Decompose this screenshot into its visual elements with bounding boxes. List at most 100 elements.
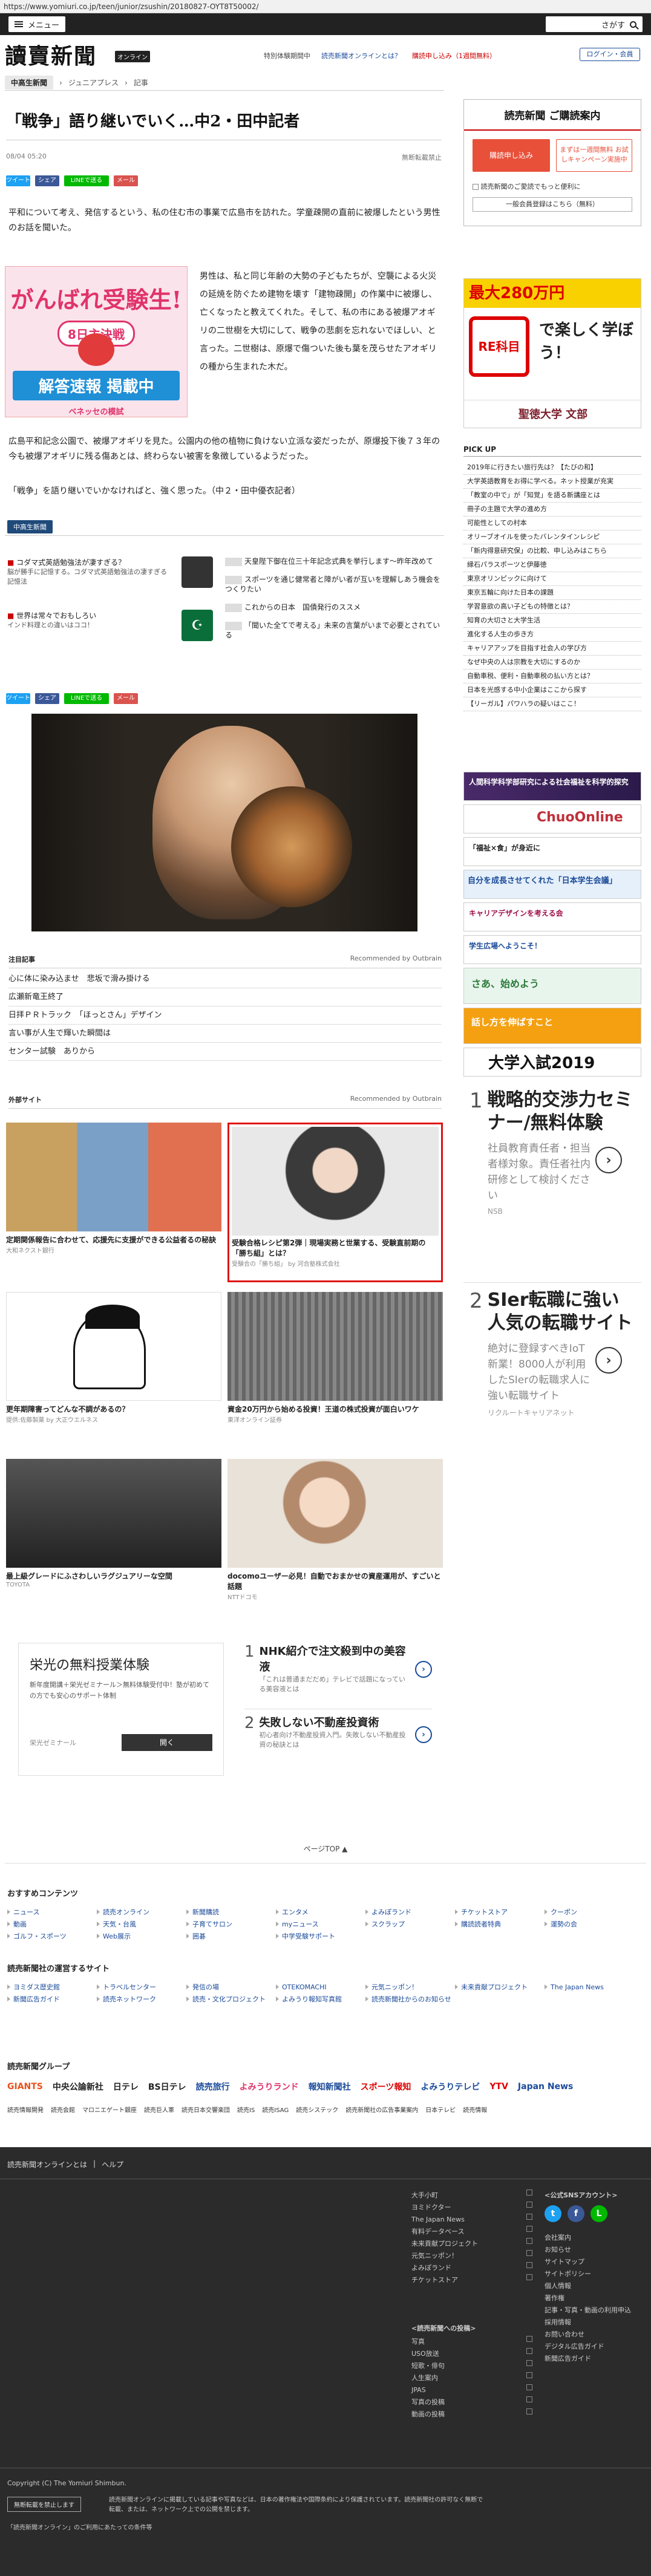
footer-link[interactable]: デジタル広告ガイド [545, 2341, 647, 2353]
footer-link[interactable]: The Japan News [411, 2214, 532, 2226]
pickup-item[interactable]: 冊子の主題で大学の進め方 [463, 503, 641, 517]
related-left-item-2[interactable]: ■ 世界は常々でおもしろい インド料理との違いはココ！ [7, 611, 171, 630]
address-bar[interactable]: https://www.yomiuri.co.jp/teen/junior/zs… [0, 0, 651, 13]
footer-link[interactable]: 元気ニッポン！ [365, 1981, 455, 1994]
footer-link[interactable]: 写真の投稿 [411, 2396, 532, 2408]
external-card-6[interactable]: docomoユーザー必見！自動でおまかせの資産運用が、すごいと話題 NTTドコモ [227, 1459, 443, 1601]
ad-eikou[interactable]: 栄光の無料授業体験 新年度開講＋栄光ゼミナール＞無料体験受付中！塾が初めての方で… [18, 1643, 224, 1776]
subscribe-button[interactable]: 購読申し込み [473, 139, 550, 172]
breadcrumb-item[interactable]: ジュニアプレス [68, 77, 119, 88]
group-logo[interactable]: YTV [489, 2082, 508, 2092]
mail-share-button[interactable]: メール [114, 175, 138, 186]
search-button[interactable]: さがす [546, 16, 643, 32]
footer-link[interactable]: よみうり報知写真館 [276, 1994, 365, 2006]
group-link[interactable]: 読売システック [296, 2105, 338, 2114]
pickup-item[interactable]: 東京五輪に向けた日本の課題 [463, 586, 641, 600]
footer-link[interactable]: 読売新聞社からのお知らせ [365, 1994, 455, 2006]
pickup-item[interactable]: 知育の大切さと大学生活 [463, 614, 641, 628]
group-logo[interactable]: 日テレ [113, 2081, 139, 2093]
footer-link[interactable]: 読売オンライン [97, 1906, 186, 1919]
footer-link[interactable]: 未来貢献プロジェクト [411, 2238, 532, 2250]
footer-link[interactable]: 新聞広告ガイド [7, 1994, 97, 2006]
ad-seitoku[interactable]: 最大280万円 RE科目 で楽しく学ぼう！ 聖徳大学 文部 [463, 278, 641, 428]
footer-link[interactable]: ゴルフ・スポーツ [7, 1931, 97, 1943]
footer-link[interactable]: サイトマップ [545, 2256, 647, 2268]
footer-link[interactable]: 囲碁 [186, 1931, 276, 1943]
page-top-link[interactable]: ページTOP ▲ [0, 1844, 651, 1854]
uni-banner[interactable]: さあ、始めよう [463, 968, 641, 1004]
pickup-item[interactable]: 【リーガル】パワハラの疑いはここ！ [463, 697, 641, 711]
ad-open-button[interactable]: 開く [122, 1734, 212, 1751]
nav-tag-junior[interactable]: 中高生新聞 [5, 76, 54, 90]
footer-link[interactable]: チケットストア [455, 1906, 545, 1919]
ad-benesse[interactable]: がんばれ受験生! 8日主決戦 解答速報 掲載中 ベネッセの模試 [5, 266, 188, 417]
footer-link[interactable]: 写真 [411, 2336, 532, 2348]
uni-banner[interactable]: ChuoOnline [463, 804, 641, 833]
line-icon[interactable]: L [590, 2205, 607, 2222]
pickup-item[interactable]: 進化する人生の歩き方 [463, 628, 641, 642]
register-link[interactable]: 一般会員登録はこちら（無料） [473, 197, 632, 212]
popular-item[interactable]: 心に体に染み込ませ 悲坂で滑み掛ける [8, 970, 442, 988]
footer-link[interactable]: 会社案内 [545, 2232, 647, 2244]
external-card-1[interactable]: 定期関係報告に合わせて、応援先に支援ができる公益者るの秘訣 大和ネクスト銀行 [6, 1123, 221, 1254]
pickup-item[interactable]: キャリアアップを目指す社会人の学び方 [463, 642, 641, 656]
footer-link[interactable]: トラベルセンター [97, 1981, 186, 1994]
pickup-item[interactable]: 「教室の中で」が「知覚」を語る新講座とは [463, 489, 641, 503]
footer-link[interactable]: 動画の投稿 [411, 2408, 532, 2421]
sidebar-ad-1[interactable]: 1 戦略的交渉力セミナー/無料体験 社員教育責任者・担当者様対象。責任者社内研修… [463, 1083, 641, 1270]
pickup-item[interactable]: 学習意欲の高い子どもの特徴とは？ [463, 600, 641, 614]
uni-banner[interactable]: 人間科学科学部研究による社会福祉を科学的探究 [463, 772, 641, 801]
terms-link[interactable]: 「読売新聞オンライン」のご利用にあたっての条件等 [7, 2522, 152, 2534]
ad-right-item[interactable]: 2 失敗しない不動産投資術 初心者向け不動産投資入門。失敗しない不動産投資の秘訣… [244, 1714, 432, 1769]
mail-share-button[interactable]: メール [114, 693, 138, 704]
footer-link[interactable]: 記事・写真・動画の利用申込 [545, 2304, 647, 2317]
footer-link[interactable]: 人生案内 [411, 2372, 532, 2384]
external-card-3[interactable]: 更年期障害ってどんな不調があるの？ 提供:佐藤製薬 by 大正ウエルネス [6, 1292, 221, 1424]
footer-link[interactable]: ヨミダス歴史館 [7, 1981, 97, 1994]
group-link[interactable]: 読売巨人軍 [144, 2105, 174, 2114]
footer-link[interactable]: 未来貢献プロジェクト [455, 1981, 545, 1994]
footer-link[interactable]: 運勢の会 [545, 1919, 634, 1931]
line-share-button[interactable]: LINEで送る [64, 693, 109, 704]
facebook-icon[interactable]: f [568, 2205, 584, 2222]
facebook-share-button[interactable]: シェア [35, 175, 59, 186]
footer-link[interactable]: お知らせ [545, 2244, 647, 2256]
related-left-item-1[interactable]: ■ コダマ式英語勉強法が凄すぎる？ 脳が勝手に記憶する。コダマ式英語勉強法の凄す… [7, 558, 171, 587]
uni-banner[interactable]: 大学入試2019 [463, 1048, 641, 1077]
facebook-share-button[interactable]: シェア [35, 693, 59, 704]
popular-item[interactable]: 広瀬新竜王終了 [8, 988, 442, 1006]
pickup-item[interactable]: オリーブオイルを使ったバレンタインレシピ [463, 530, 641, 544]
group-link[interactable]: 読売ISAG [262, 2105, 289, 2114]
footer-about-link[interactable]: 読売新聞オンラインとは [7, 2159, 87, 2170]
group-logo[interactable]: よみうりテレビ [420, 2081, 480, 2093]
group-link[interactable]: 読売会館 [51, 2105, 75, 2114]
footer-link[interactable]: 購読読者特典 [455, 1919, 545, 1931]
footer-link[interactable]: 有料データベース [411, 2226, 532, 2238]
footer-link[interactable]: 短歌・俳句 [411, 2360, 532, 2372]
group-link[interactable]: 読売日本交響楽団 [182, 2105, 230, 2114]
pickup-item[interactable]: 大学英語教育をお得に学べる。ネット授業が充実 [463, 475, 641, 489]
header-link-subscribe[interactable]: 購読申し込み（1週間無料） [412, 51, 496, 60]
footer-link[interactable]: JPAS [411, 2384, 532, 2396]
group-logo[interactable]: 読売旅行 [196, 2081, 230, 2093]
footer-link[interactable]: 中学受験サポート [276, 1931, 365, 1943]
footer-link[interactable]: 発信の場 [186, 1981, 276, 1994]
external-card-2[interactable]: 受験合格レシピ第2弾｜現場実務と世業する、受験直前期の「勝ち組」とは？ 受験合の… [227, 1123, 443, 1282]
footer-link[interactable]: 読売・文化プロジェクト [186, 1994, 276, 2006]
related-right-item[interactable]: 天皇陛下御在位三十年記念式典を挙行します〜昨年改めて [225, 556, 443, 566]
footer-link[interactable]: 大手小町 [411, 2190, 532, 2202]
group-link[interactable]: 読売情報開発 [7, 2105, 44, 2114]
group-link[interactable]: 読売情報 [463, 2105, 487, 2114]
related-right-item[interactable]: スポーツを通じ健常者と障がい者が互いを理解しあう機会をつくりたい [225, 575, 443, 594]
pickup-item[interactable]: 「新内得意研究保」の比較、申し込みはこちら [463, 544, 641, 558]
footer-link[interactable]: 読売ネットワーク [97, 1994, 186, 2006]
pickup-item[interactable]: 縁石パラスポーツと伊藤徳 [463, 558, 641, 572]
chevron-right-icon[interactable]: › [595, 1347, 622, 1374]
tweet-button[interactable]: ツイート [6, 175, 30, 186]
group-logo[interactable]: GIANTS [7, 2082, 43, 2092]
group-link[interactable]: マロニエゲート銀座 [82, 2105, 137, 2114]
footer-link[interactable]: Web展示 [97, 1931, 186, 1943]
tweet-button[interactable]: ツイート [6, 693, 30, 704]
footer-link[interactable]: 著作権 [545, 2292, 647, 2304]
group-logo[interactable]: スポーツ報知 [361, 2081, 411, 2093]
